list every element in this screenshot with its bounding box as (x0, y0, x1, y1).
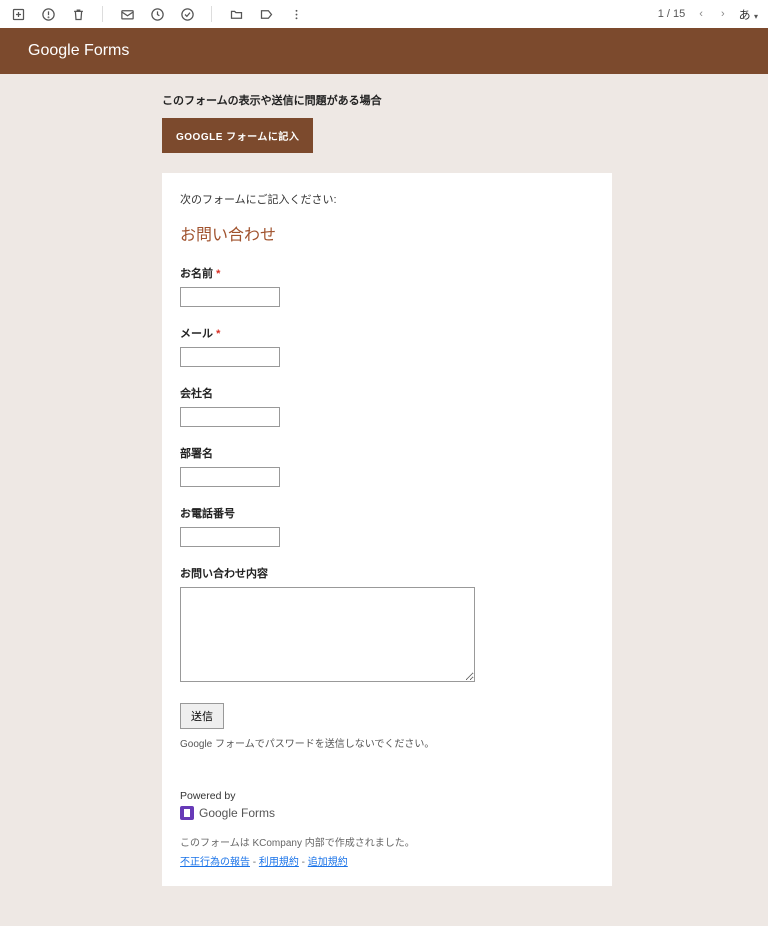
textarea-inquiry[interactable] (180, 587, 475, 682)
snooze-icon[interactable] (149, 6, 165, 22)
language-toggle[interactable]: あ ▾ (739, 6, 758, 23)
more-icon[interactable] (288, 6, 304, 22)
field-company: 会社名 (180, 385, 594, 427)
additional-terms-link[interactable]: 追加規約 (308, 857, 348, 868)
forms-icon (180, 806, 194, 820)
form-card: 次のフォームにご記入ください: お問い合わせ お名前 * メール * 会社名 部… (162, 173, 612, 886)
report-abuse-link[interactable]: 不正行為の報告 (180, 857, 250, 868)
form-instruction: 次のフォームにご記入ください: (180, 191, 594, 207)
field-name: お名前 * (180, 265, 594, 307)
forms-logo-text: Google Forms (199, 806, 275, 820)
move-icon[interactable] (228, 6, 244, 22)
separator (102, 6, 103, 22)
toolbar-right-group: 1 / 15 ‹ › あ ▾ (658, 6, 758, 23)
label-phone: お電話番号 (180, 505, 594, 521)
footer-links: 不正行為の報告 - 利用規約 - 追加規約 (180, 853, 594, 868)
input-email[interactable] (180, 347, 280, 367)
fill-in-forms-button[interactable]: GOOGLE フォームに記入 (162, 118, 313, 153)
field-inquiry: お問い合わせ内容 (180, 565, 594, 685)
input-company[interactable] (180, 407, 280, 427)
spam-icon[interactable] (40, 6, 56, 22)
toolbar-left-group (10, 6, 304, 22)
page-indicator: 1 / 15 (658, 8, 686, 20)
field-email: メール * (180, 325, 594, 367)
input-department[interactable] (180, 467, 280, 487)
field-phone: お電話番号 (180, 505, 594, 547)
terms-link[interactable]: 利用規約 (259, 857, 299, 868)
prev-icon[interactable]: ‹ (695, 6, 707, 22)
label-department: 部署名 (180, 445, 594, 461)
archive-icon[interactable] (10, 6, 26, 22)
mail-icon[interactable] (119, 6, 135, 22)
powered-by-label: Powered by (180, 790, 594, 802)
label-icon[interactable] (258, 6, 274, 22)
label-name: お名前 * (180, 265, 594, 281)
separator (211, 6, 212, 22)
next-icon[interactable]: › (717, 6, 729, 22)
label-inquiry: お問い合わせ内容 (180, 565, 594, 581)
input-name[interactable] (180, 287, 280, 307)
label-company: 会社名 (180, 385, 594, 401)
delete-icon[interactable] (70, 6, 86, 22)
forms-logo-row[interactable]: Google Forms (180, 806, 594, 820)
form-header: Google Forms (0, 28, 768, 74)
trouble-section: このフォームの表示や送信に問題がある場合 GOOGLE フォームに記入 (0, 74, 768, 153)
trouble-message: このフォームの表示や送信に問題がある場合 (162, 92, 768, 108)
submit-button[interactable]: 送信 (180, 703, 224, 729)
form-title: お問い合わせ (180, 221, 594, 245)
field-department: 部署名 (180, 445, 594, 487)
task-icon[interactable] (179, 6, 195, 22)
password-warning: Google フォームでパスワードを送信しないでください。 (180, 735, 594, 750)
gmail-toolbar: 1 / 15 ‹ › あ ▾ (0, 0, 768, 28)
google-forms-logo: Google Forms (28, 42, 129, 59)
label-email: メール * (180, 325, 594, 341)
input-phone[interactable] (180, 527, 280, 547)
email-body: Google Forms このフォームの表示や送信に問題がある場合 GOOGLE… (0, 28, 768, 926)
created-in-text: このフォームは KCompany 内部で作成されました。 (180, 834, 594, 849)
form-footer: Powered by Google Forms このフォームは KCompany… (180, 790, 594, 868)
